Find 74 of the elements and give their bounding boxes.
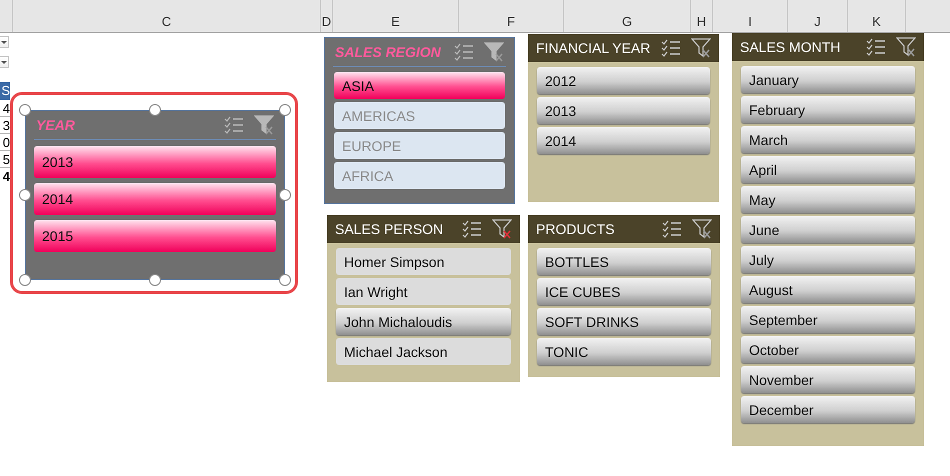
slicer-item[interactable]: Homer Simpson [336,248,511,275]
slicer-item[interactable]: 2014 [34,183,276,215]
slicer-item[interactable]: April [741,156,915,183]
multi-select-icon[interactable] [462,220,482,238]
slicer-item[interactable]: ASIA [334,72,505,99]
slicer-item[interactable]: 2012 [537,67,710,94]
slicer-item[interactable]: Ian Wright [336,278,511,305]
resize-handle[interactable] [279,104,291,116]
resize-handle[interactable] [19,189,31,201]
slicer-item[interactable]: December [741,396,915,423]
multi-select-icon[interactable] [662,220,682,238]
table-cell: 0 [0,134,10,151]
slicer-title: SALES MONTH [740,39,842,55]
slicer-item[interactable]: March [741,126,915,153]
slicer-item[interactable]: John Michaloudis [336,308,511,335]
slicer-title: PRODUCTS [536,221,616,237]
slicer-item[interactable]: June [741,216,915,243]
clear-filter-icon[interactable] [692,219,712,239]
slicer-title: SALES REGION [335,44,442,60]
slicer-item[interactable]: May [741,186,915,213]
clear-filter-icon[interactable] [484,42,504,62]
slicer-panel[interactable]: FINANCIAL YEAR 2012 2013 2014 [528,34,719,202]
column-header-cell: S [0,82,10,100]
table-cell: 3 [0,117,10,134]
clear-filter-icon[interactable] [691,38,711,58]
slicer-item[interactable]: BOTTLES [537,248,711,275]
slicer-item[interactable]: ICE CUBES [537,278,711,305]
column-header[interactable]: F [459,0,564,32]
slicer-item[interactable]: 2015 [34,220,276,252]
multi-select-icon[interactable] [866,38,886,56]
resize-handle[interactable] [19,274,31,286]
slicer-item[interactable]: SOFT DRINKS [537,308,711,335]
table-cell-text: 4 [2,168,10,185]
slicer-panel[interactable]: SALES MONTH January February March April May June July August September October November December [732,33,924,446]
slicer-item[interactable]: TONIC [537,338,711,365]
slicer-title: YEAR [36,117,76,133]
table-cell: 4 [0,100,10,117]
clear-filter-icon[interactable] [896,37,916,57]
column-header[interactable]: G [564,0,691,32]
slicer-item[interactable]: September [741,306,915,333]
slicer-item[interactable]: 2013 [537,97,710,124]
resize-handle[interactable] [19,104,31,116]
clear-filter-icon[interactable] [254,115,274,135]
slicer-title: SALES PERSON [335,221,444,237]
column-header[interactable]: C [13,0,321,32]
slicer-item[interactable]: 2013 [34,146,276,178]
column-header[interactable]: E [333,0,459,32]
slicer-panel[interactable]: YEAR 2013 2014 2015 [25,110,285,280]
multi-select-icon[interactable] [661,39,681,57]
slicer-item[interactable]: February [741,96,915,123]
slicer-title: FINANCIAL YEAR [536,40,651,56]
slicer-panel[interactable]: SALES PERSON Homer Simpson Ian Wright John Michaloudis Michael Jackson [327,215,520,382]
slicer-item[interactable]: Michael Jackson [336,338,511,365]
column-header[interactable]: D [321,0,333,32]
resize-handle[interactable] [149,274,161,286]
table-cell: 5 [0,151,10,168]
multi-select-icon[interactable] [454,43,474,61]
slicer-item[interactable]: August [741,276,915,303]
column-header[interactable]: I [713,0,788,32]
slicer-item[interactable]: January [741,66,915,93]
slicer-item[interactable]: October [741,336,915,363]
column-header[interactable]: H [691,0,713,32]
slicer-item[interactable]: July [741,246,915,273]
resize-handle[interactable] [279,189,291,201]
slicer-panel[interactable]: PRODUCTS BOTTLES ICE CUBES SOFT DRINKS TONIC [528,215,720,377]
slicer-panel[interactable]: SALES REGION ASIA AMERICAS EUROPE AFRICA [324,37,515,204]
multi-select-icon[interactable] [224,116,244,134]
resize-handle[interactable] [279,274,291,286]
clear-filter-icon[interactable] [492,219,512,239]
column-header[interactable]: K [848,0,906,32]
slicer-item[interactable]: November [741,366,915,393]
column-header[interactable]: J [788,0,848,32]
slicer-item[interactable]: 2014 [537,127,710,154]
resize-handle[interactable] [149,104,161,116]
